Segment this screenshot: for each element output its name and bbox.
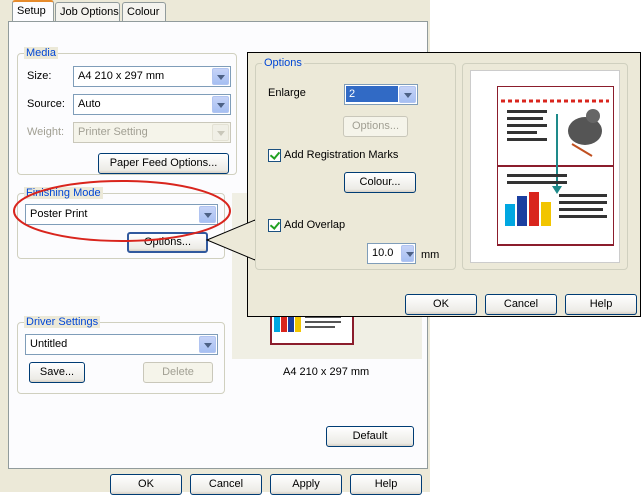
registration-marks-checkbox[interactable] [268, 149, 281, 162]
chevron-down-icon[interactable] [199, 336, 216, 353]
size-select[interactable]: A4 210 x 297 mm [73, 66, 231, 87]
enlarge-label: Enlarge [268, 87, 306, 99]
source-value: Auto [78, 98, 101, 110]
options-legend: Options [262, 57, 304, 69]
media-legend: Media [24, 47, 58, 59]
chevron-down-icon[interactable] [212, 68, 229, 85]
driver-settings-legend: Driver Settings [24, 316, 101, 328]
enlarge-value: 2 [346, 86, 398, 102]
driver-settings-group: Driver Settings [17, 316, 225, 394]
registration-marks-label[interactable]: Add Registration Marks [284, 149, 398, 161]
save-button[interactable]: Save... [29, 362, 85, 383]
weight-select: Printer Setting [73, 122, 231, 143]
overlap-unit: mm [421, 249, 440, 261]
spin-icon[interactable] [401, 245, 414, 262]
options-help-button[interactable]: Help [565, 294, 637, 315]
weight-value: Printer Setting [78, 126, 148, 138]
driver-settings-value: Untitled [30, 338, 68, 350]
source-label: Source: [27, 98, 65, 110]
chevron-down-icon[interactable] [212, 96, 229, 113]
overlap-value: 10.0 [372, 247, 394, 259]
overlap-stepper[interactable]: 10.0 [367, 243, 416, 264]
tab-job-options[interactable]: Job Options [55, 2, 120, 22]
delete-button: Delete [143, 362, 213, 383]
preview-caption: A4 210 x 297 mm [283, 366, 370, 378]
enlarge-select[interactable]: 2 [344, 84, 418, 105]
chevron-down-icon [212, 124, 229, 141]
driver-settings-select[interactable]: Untitled [25, 334, 218, 355]
tab-colour[interactable]: Colour [122, 2, 166, 22]
highlight-ellipse [13, 180, 231, 242]
colour-button[interactable]: Colour... [344, 172, 416, 193]
size-value: A4 210 x 297 mm [78, 70, 165, 82]
default-button[interactable]: Default [326, 426, 414, 447]
enlarge-options-button: Options... [343, 116, 408, 137]
callout-pointer [205, 219, 256, 261]
size-label: Size: [27, 70, 52, 82]
add-overlap-label[interactable]: Add Overlap [284, 219, 345, 231]
tab-setup[interactable]: Setup [12, 0, 54, 22]
weight-label: Weight: [27, 126, 65, 138]
options-ok-button[interactable]: OK [405, 294, 477, 315]
options-cancel-button[interactable]: Cancel [485, 294, 557, 315]
source-select[interactable]: Auto [73, 94, 231, 115]
poster-preview-image [497, 86, 614, 246]
add-overlap-checkbox[interactable] [268, 219, 281, 232]
paper-feed-options-button[interactable]: Paper Feed Options... [98, 153, 229, 174]
chevron-down-icon[interactable] [399, 86, 416, 103]
